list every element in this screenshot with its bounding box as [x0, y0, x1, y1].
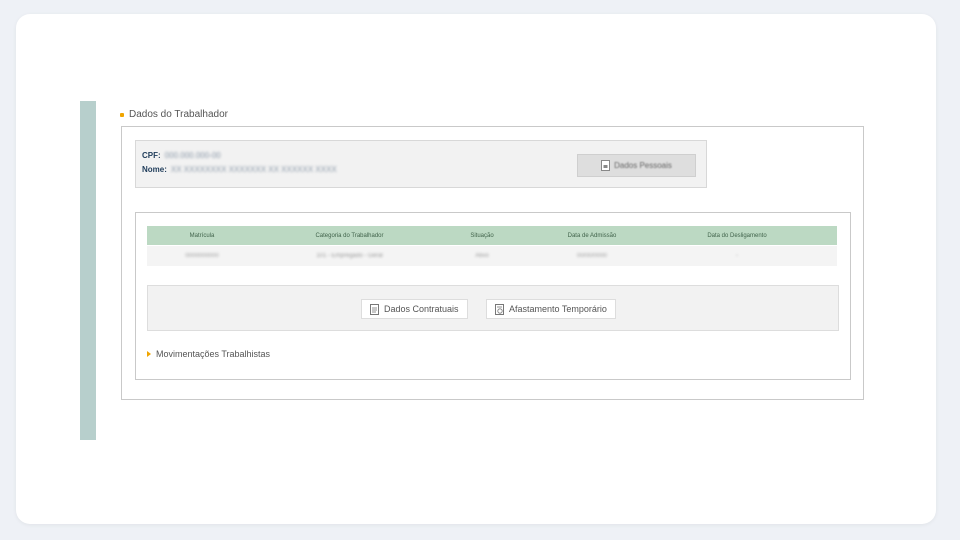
movimentacoes-trabalhistas-toggle[interactable]: Movimentações Trabalhistas: [147, 349, 270, 359]
cpf-label: CPF:: [142, 151, 161, 160]
cell-matricula: 0000000000: [185, 253, 219, 259]
afastamento-temporario-button[interactable]: Afastamento Temporário: [486, 299, 616, 319]
caret-right-icon: [147, 351, 151, 357]
cell-categoria: 101 - Empregado - Geral: [316, 253, 383, 259]
movimentacoes-label: Movimentações Trabalhistas: [156, 349, 271, 359]
header-situacao: Situação: [470, 232, 494, 239]
cpf-line: CPF: 000.000.000-00: [142, 151, 221, 160]
dados-pessoais-label: Dados Pessoais: [614, 161, 672, 170]
document-icon: [370, 303, 379, 315]
bullet-icon: [120, 112, 124, 117]
header-data-desligamento: Data do Desligamento: [707, 232, 767, 239]
section-title: Dados do Trabalhador: [129, 109, 228, 120]
header-data-admissao: Data de Admissão: [567, 232, 617, 239]
cell-data-admissao: 00/00/0000: [576, 253, 608, 259]
header-matricula: Matrícula: [189, 232, 215, 239]
actions-bar: Dados Contratuais Afastamento Temporário: [147, 285, 839, 331]
nome-value: XX XXXXXXXX XXXXXXX XX XXXXXX XXXX: [170, 165, 337, 174]
sidebar-bar: [80, 101, 96, 440]
document-clock-icon: [495, 303, 504, 315]
table-header: Matrícula Categoria do Trabalhador Situa…: [147, 226, 837, 245]
worker-info-box: CPF: 000.000.000-00 Nome: XX XXXXXXXX XXXX…: [135, 140, 707, 188]
dados-contratuais-label: Dados Contratuais: [384, 304, 459, 314]
header-categoria: Categoria do Trabalhador: [315, 232, 384, 239]
cell-situacao: Ativo: [475, 253, 489, 259]
document-lock-icon: [601, 160, 611, 171]
dados-contratuais-button[interactable]: Dados Contratuais: [361, 299, 468, 319]
dados-pessoais-button[interactable]: Dados Pessoais: [577, 154, 696, 177]
table-row[interactable]: 0000000000 101 - Empregado - Geral Ativo…: [147, 246, 837, 266]
nome-label: Nome:: [142, 165, 167, 174]
cpf-value: 000.000.000-00: [164, 151, 221, 160]
nome-line: Nome: XX XXXXXXXX XXXXXXX XX XXXXXX XXXX: [142, 165, 337, 174]
afastamento-temporario-label: Afastamento Temporário: [509, 304, 607, 314]
cell-data-desligamento: -: [736, 253, 738, 259]
section-header: Dados do Trabalhador: [120, 109, 228, 120]
